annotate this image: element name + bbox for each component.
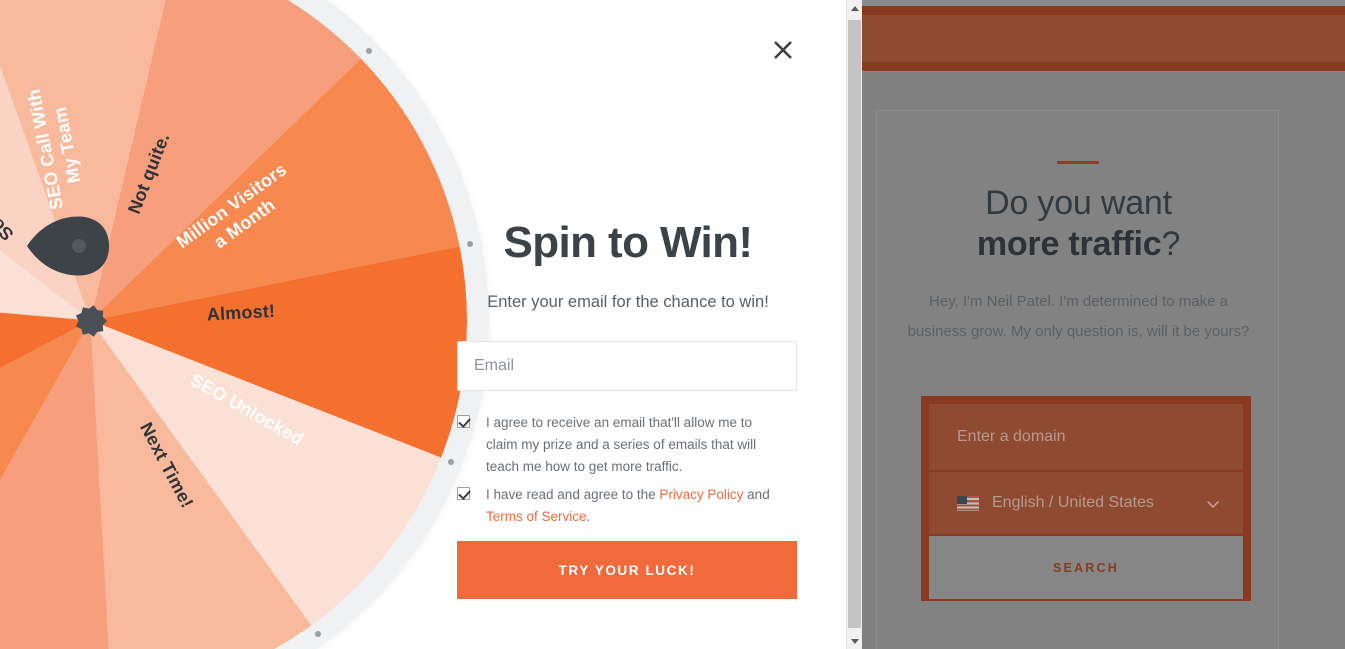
modal-form: Spin to Win! Enter your email for the ch…: [457, 0, 799, 649]
top-locale-select[interactable]: sh / United States: [862, 15, 1345, 62]
hero-heading-suffix: ?: [1161, 225, 1181, 263]
hero-heading-bold: more traffic: [976, 225, 1162, 263]
consent-text-legal: I have read and agree to the Privacy Pol…: [486, 484, 786, 528]
scrollbar-thumb[interactable]: [848, 20, 861, 628]
consent-text-marketing: I agree to receive an email that'll allo…: [486, 415, 757, 474]
scroll-down-arrow-icon[interactable]: [847, 633, 863, 649]
terms-of-service-link[interactable]: Terms of Service: [486, 509, 587, 524]
domain-search-form: Enter a domain English / United States S…: [921, 396, 1251, 601]
domain-input-placeholder: Enter a domain: [957, 428, 1066, 445]
top-search-bar: sh / United States SEARCH: [862, 6, 1345, 71]
wheel-stud: [447, 458, 454, 465]
consent-row-marketing: I agree to receive an email that'll allo…: [457, 412, 799, 478]
hero-heading-line1: Do you want: [985, 184, 1172, 222]
vertical-scrollbar[interactable]: [846, 0, 862, 649]
consent-legal-post: .: [586, 509, 591, 524]
locale-value: English / United States: [992, 494, 1154, 511]
background-website: sh / United States SEARCH Do you want mo…: [862, 0, 1345, 649]
wheel-stud: [314, 631, 321, 637]
page-root: sh / United States SEARCH Do you want mo…: [0, 0, 1345, 649]
domain-search-button[interactable]: SEARCH: [929, 536, 1243, 599]
chevron-down-icon: [1205, 496, 1221, 517]
accent-divider: [1056, 161, 1099, 164]
domain-input[interactable]: Enter a domain: [929, 404, 1243, 470]
wheel-hub: [74, 304, 108, 338]
consent-legal-pre: I have read and agree to the: [486, 487, 660, 502]
us-flag-icon: [957, 495, 979, 511]
email-input[interactable]: [457, 341, 797, 391]
site-topbar: sh / United States SEARCH: [862, 0, 1345, 72]
hero-card: Do you want more traffic? Hey, I'm Neil …: [876, 110, 1279, 649]
consent-checkbox-legal[interactable]: [457, 487, 470, 500]
hero-body: Hey, I'm Neil Patel. I'm determined to m…: [907, 293, 1250, 340]
privacy-policy-link[interactable]: Privacy Policy: [659, 487, 743, 502]
hero-heading: Do you want more traffic?: [877, 183, 1280, 265]
spin-to-win-modal: Not quite. Million Visitors a Month Almost!…: [0, 0, 846, 649]
consent-legal-mid: and: [743, 487, 770, 502]
scroll-up-arrow-icon[interactable]: [847, 0, 863, 16]
wheel-pointer: [25, 215, 110, 277]
prize-wheel[interactable]: Not quite. Million Visitors a Month Almost!…: [0, 0, 489, 649]
try-your-luck-button[interactable]: TRY YOUR LUCK!: [457, 541, 797, 599]
consent-row-legal: I have read and agree to the Privacy Pol…: [457, 484, 799, 528]
consent-checkbox-marketing[interactable]: [457, 415, 470, 428]
page-title: Spin to Win!: [503, 218, 753, 267]
locale-select[interactable]: English / United States: [929, 472, 1243, 534]
modal-subtitle: Enter your email for the chance to win!: [487, 293, 769, 311]
wheel-stud: [365, 48, 372, 55]
